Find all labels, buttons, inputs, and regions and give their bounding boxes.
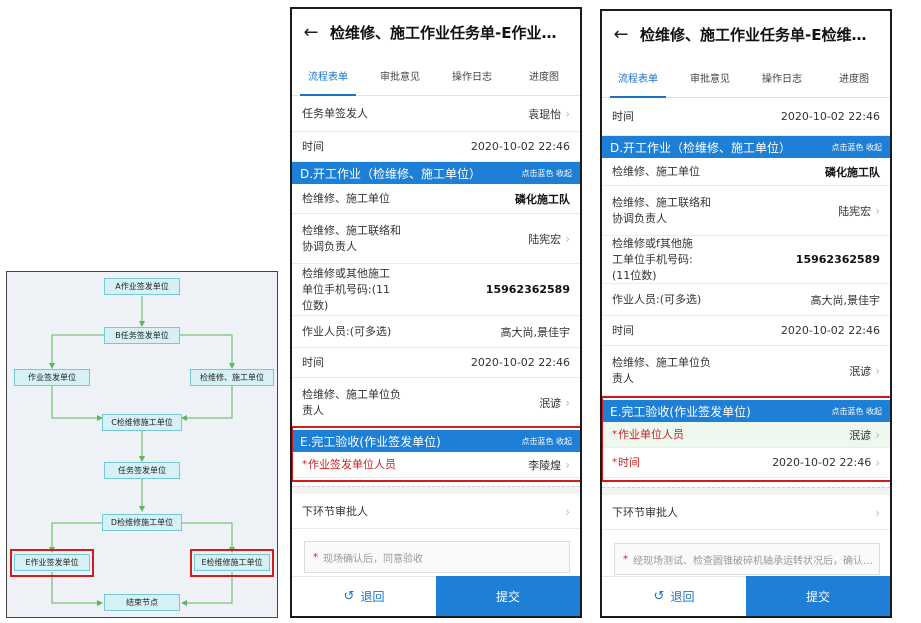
- form-row-maintenance-unit: 检维修、施工单位 磷化施工队: [602, 158, 890, 186]
- comment-input[interactable]: * 现场确认后，同意验收: [304, 541, 570, 573]
- tab-approval-opinions[interactable]: 审批意见: [364, 56, 436, 95]
- flow-node-a: A作业签发单位: [104, 278, 180, 295]
- form-row-workers: 作业人员:(可多选) 高大尚,景佳宇: [602, 284, 890, 316]
- tab-operation-log[interactable]: 操作日志: [746, 58, 818, 97]
- flow-node-task-issuer: 任务签发单位: [104, 462, 180, 479]
- comment-input[interactable]: * 经现场测试、检查圆锥破碎机轴承运转状况后，确认…: [614, 543, 880, 575]
- collapse-link[interactable]: 点击蓝色 收起: [831, 142, 882, 153]
- form-row-maintenance-unit: 检维修、施工单位 磷化施工队: [292, 184, 580, 214]
- flow-node-maintenance-unit: 检维修、施工单位: [190, 369, 274, 386]
- section-divider: [292, 486, 580, 494]
- section-header-e[interactable]: E.完工验收(作业签发单位) 点击蓝色 收起: [602, 400, 890, 422]
- required-asterisk: *: [612, 429, 617, 440]
- form-row-time-d: 时间 2020-10-02 22:46: [602, 316, 890, 346]
- collapse-link[interactable]: 点击蓝色 收起: [521, 168, 572, 179]
- chevron-right-icon: ›: [565, 504, 570, 519]
- highlight-e-maintenance: [190, 549, 274, 577]
- undo-icon: ↺: [653, 589, 665, 604]
- submit-button[interactable]: 提交: [746, 576, 890, 616]
- form-row-liaison[interactable]: 检维修、施工联络和协调负责人 陆宪宏 ›: [292, 214, 580, 264]
- tab-operation-log[interactable]: 操作日志: [436, 56, 508, 95]
- form-row-workers: 作业人员:(可多选) 高大尚,景佳宇: [292, 316, 580, 348]
- collapse-link[interactable]: 点击蓝色 收起: [521, 436, 572, 447]
- section-header-d[interactable]: D.开工作业（检维修、施工单位） 点击蓝色 收起: [292, 162, 580, 184]
- phone-screen-maintenance: ← 检维修、施工作业任务单-E检维修... 流程表单 审批意见 操作日志 进度图…: [600, 9, 892, 618]
- chevron-right-icon: ›: [565, 106, 570, 121]
- form-row-unit-leader[interactable]: 检维修、施工单位负责人 泯谚 ›: [602, 346, 890, 396]
- required-asterisk: *: [612, 457, 617, 468]
- retreat-button[interactable]: ↺ 退回: [292, 576, 436, 616]
- form-row-task-issuer[interactable]: 任务单签发人 袁琨怡 ›: [292, 96, 580, 132]
- form-row-time: 时间 2020-10-02 22:46: [602, 98, 890, 136]
- chevron-right-icon: ›: [565, 395, 570, 410]
- tab-flow-form[interactable]: 流程表单: [602, 58, 674, 98]
- action-bar: ↺ 退回 提交: [292, 576, 580, 616]
- retreat-button[interactable]: ↺ 退回: [602, 576, 746, 616]
- form-row-time-d: 时间 2020-10-02 22:46: [292, 348, 580, 378]
- next-approver-row[interactable]: 下环节审批人 ›: [602, 496, 890, 530]
- form-row-time: 时间 2020-10-02 22:46: [292, 132, 580, 162]
- tab-progress-chart[interactable]: 进度图: [818, 58, 890, 97]
- chevron-right-icon: ›: [875, 505, 880, 520]
- form-row-liaison[interactable]: 检维修、施工联络和协调负责人 陆宪宏 ›: [602, 186, 890, 236]
- chevron-right-icon: ›: [875, 455, 880, 470]
- flow-node-work-issuer: 作业签发单位: [14, 369, 90, 386]
- form-row-phone: 检维修或f其他施工单位手机号码:(11位数) 15962362589: [602, 236, 890, 284]
- undo-icon: ↺: [343, 589, 355, 604]
- form-row-phone: 检维修或其他施工单位手机号码:(11位数) 15962362589: [292, 264, 580, 316]
- highlight-e-work-issuer: [10, 549, 94, 577]
- workflow-diagram: A作业签发单位 B任务签发单位 作业签发单位 检维修、施工单位 C检维修施工单位…: [6, 271, 278, 618]
- tab-bar: 流程表单 审批意见 操作日志 进度图: [292, 56, 580, 96]
- nav-header: ← 检维修、施工作业任务单-E检维修...: [602, 11, 890, 58]
- tab-approval-opinions[interactable]: 审批意见: [674, 58, 746, 97]
- form-row-work-issuer-person[interactable]: * 作业签发单位人员 李陵煌 ›: [292, 452, 580, 478]
- section-header-d[interactable]: D.开工作业（检维修、施工单位） 点击蓝色 收起: [602, 136, 890, 158]
- required-asterisk: *: [623, 553, 628, 565]
- flow-node-d: D检维修施工单位: [102, 514, 182, 531]
- required-asterisk: *: [313, 551, 318, 563]
- page-title: 检维修、施工作业任务单-E作业签...: [330, 24, 574, 42]
- chevron-right-icon: ›: [565, 457, 570, 472]
- action-bar: ↺ 退回 提交: [602, 576, 890, 616]
- chevron-right-icon: ›: [875, 203, 880, 218]
- submit-button[interactable]: 提交: [436, 576, 580, 616]
- back-arrow-icon[interactable]: ←: [292, 22, 330, 43]
- nav-header: ← 检维修、施工作业任务单-E作业签...: [292, 9, 580, 56]
- flow-node-c: C检维修施工单位: [102, 414, 182, 431]
- tab-flow-form[interactable]: 流程表单: [292, 56, 364, 96]
- tab-bar: 流程表单 审批意见 操作日志 进度图: [602, 58, 890, 98]
- collapse-link[interactable]: 点击蓝色 收起: [831, 406, 882, 417]
- chevron-right-icon: ›: [565, 231, 570, 246]
- chevron-right-icon: ›: [875, 427, 880, 442]
- chevron-right-icon: ›: [875, 363, 880, 378]
- back-arrow-icon[interactable]: ←: [602, 24, 640, 45]
- section-header-e[interactable]: E.完工验收(作业签发单位) 点击蓝色 收起: [292, 430, 580, 452]
- next-approver-row[interactable]: 下环节审批人 ›: [292, 495, 580, 529]
- flow-node-b: B任务签发单位: [104, 327, 180, 344]
- form-row-time-e[interactable]: * 时间 2020-10-02 22:46 ›: [602, 448, 890, 478]
- phone-screen-work-issuer: ← 检维修、施工作业任务单-E作业签... 流程表单 审批意见 操作日志 进度图…: [290, 7, 582, 618]
- tab-progress-chart[interactable]: 进度图: [508, 56, 580, 95]
- form-row-work-unit-person[interactable]: * 作业单位人员 泯谚 ›: [602, 422, 890, 448]
- page-title: 检维修、施工作业任务单-E检维修...: [640, 26, 884, 44]
- required-asterisk: *: [302, 459, 307, 470]
- section-divider: [602, 487, 890, 495]
- form-row-unit-leader[interactable]: 检维修、施工单位负责人 泯谚 ›: [292, 378, 580, 428]
- flow-node-end: 结束节点: [104, 594, 180, 611]
